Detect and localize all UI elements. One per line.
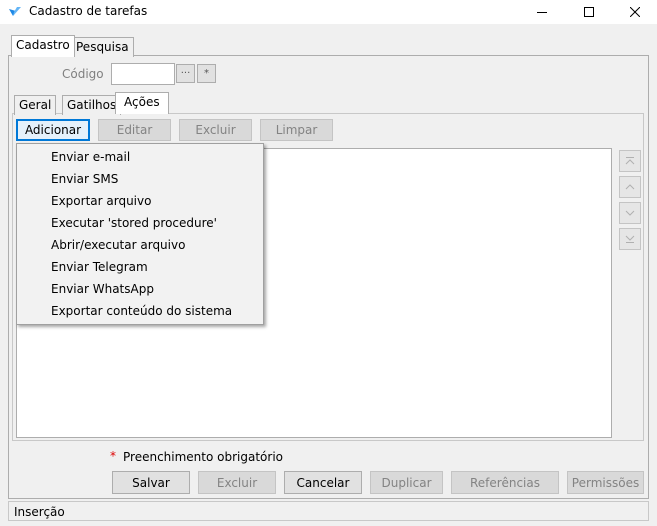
window-title: Cadastro de tarefas [29,4,148,18]
menu-item-exportar-arquivo[interactable]: Exportar arquivo [51,190,151,212]
tab-label: Geral [19,98,52,112]
move-down-icon [625,210,635,216]
edit-button[interactable]: Editar [98,119,171,141]
save-button[interactable]: Salvar [112,471,190,494]
tab-label: Pesquisa [76,40,129,54]
close-icon [630,7,640,17]
tab-cadastro[interactable]: Cadastro [11,35,75,57]
tab-label: Gatilhos [67,98,117,112]
references-button[interactable]: Referências [451,471,559,494]
menu-item-enviar-telegram[interactable]: Enviar Telegram [51,256,148,278]
codigo-input[interactable] [111,63,175,85]
clear-button[interactable]: Limpar [260,119,333,141]
tab-geral[interactable]: Geral [14,95,57,115]
app-logo-icon [8,5,22,19]
codigo-label: Código [62,67,104,81]
maximize-icon [584,7,594,17]
tab-acoes[interactable]: Ações [115,92,169,114]
move-up-button[interactable] [619,176,641,198]
tab-label: Cadastro [16,38,70,52]
tab-pesquisa[interactable]: Pesquisa [71,37,134,57]
tab-label: Ações [124,95,160,109]
add-action-menu: Enviar e-mail Enviar SMS Exportar arquiv… [16,143,264,325]
menu-item-enviar-email[interactable]: Enviar e-mail [51,146,130,168]
add-button[interactable]: Adicionar [16,119,90,141]
menu-item-executar-stored-procedure[interactable]: Executar 'stored procedure' [51,212,217,234]
menu-item-abrir-executar-arquivo[interactable]: Abrir/executar arquivo [51,234,185,256]
status-bar [8,501,649,521]
delete-record-button[interactable]: Excluir [198,471,276,494]
status-text: Inserção [14,505,65,519]
move-top-icon [625,157,635,165]
tab-gatilhos[interactable]: Gatilhos [62,95,122,115]
ellipsis-icon: ··· [180,68,191,79]
duplicate-button[interactable]: Duplicar [370,471,443,494]
maximize-button[interactable] [566,0,612,24]
cancel-button[interactable]: Cancelar [284,471,362,494]
minimize-icon [537,12,547,13]
required-star: * [110,449,116,463]
codigo-lookup-button[interactable]: ··· [176,64,195,83]
menu-item-enviar-whatsapp[interactable]: Enviar WhatsApp [51,278,154,300]
delete-button[interactable]: Excluir [179,119,252,141]
required-note: Preenchimento obrigatório [123,450,283,464]
menu-item-enviar-sms[interactable]: Enviar SMS [51,168,118,190]
move-top-button[interactable] [619,150,641,172]
move-bottom-icon [625,235,635,243]
move-up-icon [625,184,635,190]
move-bottom-button[interactable] [619,228,641,250]
menu-item-exportar-conteudo-sistema[interactable]: Exportar conteúdo do sistema [51,300,232,322]
minimize-button[interactable] [519,0,565,24]
codigo-star-button[interactable]: * [197,64,216,83]
star-icon: * [204,68,209,79]
move-down-button[interactable] [619,202,641,224]
close-button[interactable] [612,0,657,24]
permissions-button[interactable]: Permissões [567,471,644,494]
